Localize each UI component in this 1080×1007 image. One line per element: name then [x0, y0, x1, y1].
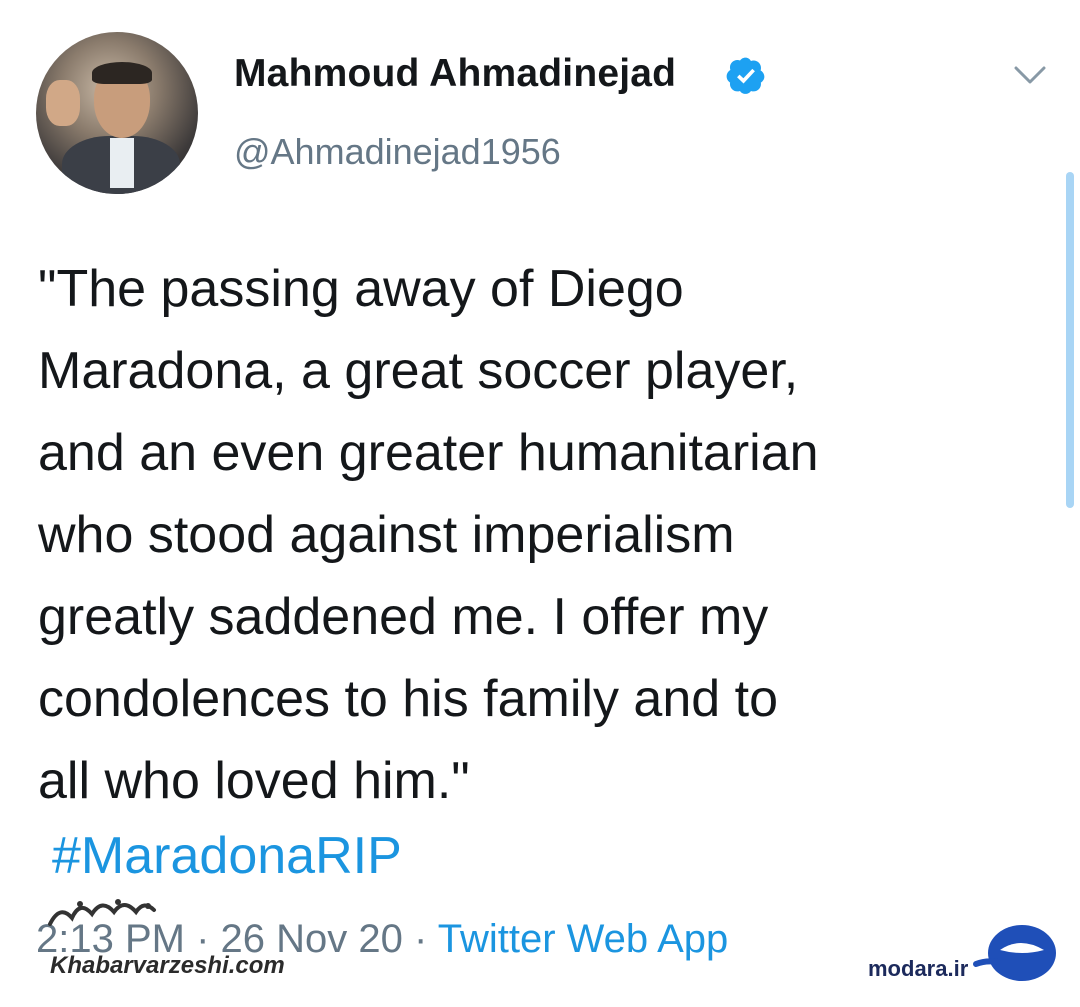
avatar-hair: [92, 62, 152, 84]
tweet-source-link[interactable]: Twitter Web App: [438, 917, 729, 961]
tweet-text: "The passing away of Diego Maradona, a g…: [38, 260, 819, 810]
scrollbar[interactable]: [1066, 172, 1074, 508]
author-name[interactable]: Mahmoud Ahmadinejad: [234, 52, 676, 96]
watermark-khabarvarzeshi: Khabarvarzeshi.com: [50, 952, 285, 979]
modara-logo-icon: [973, 925, 1056, 981]
meta-separator: ·: [414, 917, 428, 961]
avatar-shirt: [110, 138, 134, 188]
author-handle[interactable]: @Ahmadinejad1956: [234, 131, 561, 173]
avatar-hand: [46, 80, 80, 126]
khabarvarzeshi-logo-art: [48, 899, 156, 926]
chevron-down-icon[interactable]: [1010, 62, 1050, 88]
verified-badge-icon: [726, 57, 765, 94]
watermark-modara: modara.ir: [868, 956, 969, 981]
hashtag-link[interactable]: #MaradonaRIP: [52, 826, 402, 886]
avatar[interactable]: [36, 32, 198, 194]
